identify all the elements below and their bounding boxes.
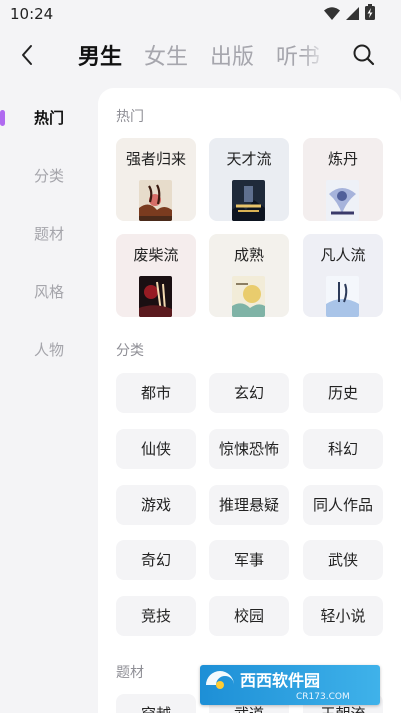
- search-button[interactable]: [349, 42, 379, 72]
- chip-scifi[interactable]: 科幻: [303, 429, 383, 469]
- chip-history[interactable]: 历史: [303, 373, 383, 413]
- book-cover-image: [232, 180, 265, 221]
- chevron-left-icon: [20, 44, 34, 70]
- chip-campus[interactable]: 校园: [209, 596, 289, 636]
- sidebar-active-indicator: [0, 110, 5, 126]
- sidebar-item-label: 分类: [34, 167, 65, 185]
- chip-fantasy[interactable]: 玄幻: [209, 373, 289, 413]
- hot-card-label: 强者归来: [125, 150, 186, 168]
- hot-card-mature[interactable]: 成熟: [209, 234, 289, 317]
- chip-mystery[interactable]: 推理悬疑: [209, 485, 289, 525]
- book-cover-image: [326, 276, 359, 317]
- status-time: 10:24: [10, 5, 54, 23]
- chip-game[interactable]: 游戏: [116, 485, 196, 525]
- section-title-hot: 热门: [116, 109, 144, 125]
- sidebar-item-label: 题材: [34, 225, 65, 243]
- sidebar-item-category[interactable]: 分类: [0, 161, 98, 191]
- book-cover-image: [139, 276, 172, 317]
- chip-sports[interactable]: 竞技: [116, 596, 196, 636]
- chip-xianxia[interactable]: 仙侠: [116, 429, 196, 469]
- tab-female[interactable]: 女生: [144, 38, 188, 78]
- sidebar-item-character[interactable]: 人物: [0, 335, 98, 365]
- tab-publish[interactable]: 出版: [210, 38, 254, 78]
- status-icons: [324, 4, 375, 24]
- wifi-icon: [324, 5, 340, 24]
- search-icon: [352, 43, 376, 71]
- section-title-themes: 题材: [116, 665, 144, 681]
- book-cover-image: [232, 276, 265, 317]
- book-cover-image: [326, 180, 359, 221]
- hot-card-mortal-path[interactable]: 凡人流: [303, 234, 383, 317]
- chip-fanfiction[interactable]: 同人作品: [303, 485, 383, 525]
- sidebar-item-hot[interactable]: 热门: [0, 103, 98, 133]
- section-title-categories: 分类: [116, 343, 144, 359]
- sidebar-item-style[interactable]: 风格: [0, 277, 98, 307]
- category-sidebar: 热门 分类 题材 风格 人物: [0, 90, 98, 713]
- tabs-fade-overlay: [302, 38, 328, 78]
- tab-male[interactable]: 男生: [78, 38, 122, 78]
- sidebar-item-label: 人物: [34, 341, 65, 359]
- chip-military[interactable]: 军事: [209, 540, 289, 580]
- back-button[interactable]: [12, 42, 42, 72]
- chip-wuxia[interactable]: 武侠: [303, 540, 383, 580]
- hot-card-label: 炼丹: [327, 150, 358, 168]
- battery-charging-icon: [365, 4, 375, 24]
- chip-urban[interactable]: 都市: [116, 373, 196, 413]
- svg-text:CR173.COM: CR173.COM: [296, 692, 350, 702]
- hot-card-label: 成熟: [233, 246, 264, 264]
- hot-card-genius[interactable]: 天才流: [209, 138, 289, 221]
- hot-card-label: 凡人流: [320, 246, 366, 264]
- sidebar-item-label: 热门: [34, 109, 65, 127]
- hot-card-loser-rise[interactable]: 废柴流: [116, 234, 196, 317]
- hot-card-strong-return[interactable]: 强者归来: [116, 138, 196, 221]
- svg-text:西西软件园: 西西软件园: [240, 671, 320, 690]
- chip-light-novel[interactable]: 轻小说: [303, 596, 383, 636]
- tag-content-panel: 热门 强者归来 天才流 炼丹 废柴流 成熟 凡人流 分类 都市 玄幻 历史 仙侠…: [98, 88, 401, 713]
- channel-tabs: 男生 女生 出版 听书: [78, 38, 328, 78]
- hot-card-alchemy[interactable]: 炼丹: [303, 138, 383, 221]
- chip-time-travel[interactable]: 穿越: [116, 694, 196, 713]
- sidebar-item-label: 风格: [34, 283, 65, 301]
- status-bar: 10:24: [0, 0, 401, 28]
- chip-horror[interactable]: 惊悚恐怖: [209, 429, 289, 469]
- hot-card-label: 天才流: [226, 150, 272, 168]
- chip-magic[interactable]: 奇幻: [116, 540, 196, 580]
- sidebar-item-theme[interactable]: 题材: [0, 219, 98, 249]
- cellular-signal-icon: [346, 5, 359, 24]
- hot-card-label: 废柴流: [133, 246, 179, 264]
- watermark-logo: 西西软件园 CR173.COM: [200, 665, 380, 705]
- book-cover-image: [139, 180, 172, 221]
- top-navigation: 男生 女生 出版 听书: [0, 28, 401, 86]
